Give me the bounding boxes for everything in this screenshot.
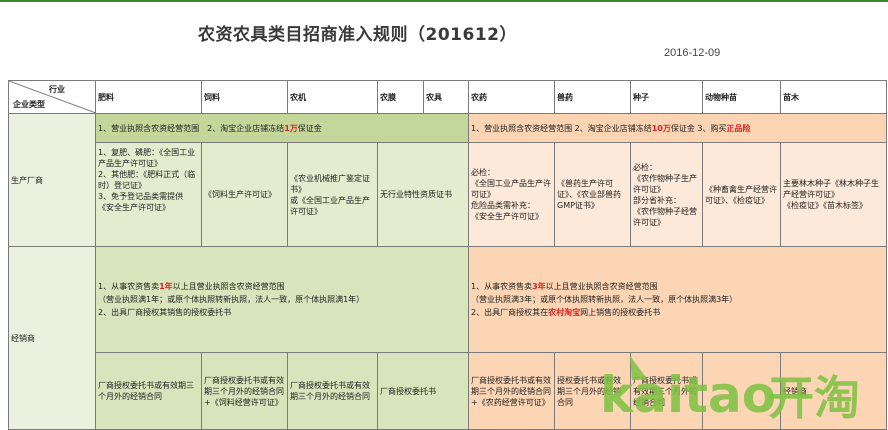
col-seed: 种子 bbox=[630, 80, 703, 114]
producer-general-row: 生产厂商 1、营业执照含农资经营范围 2、淘宝企业店铺冻结1万保证金 1、营业执… bbox=[8, 113, 887, 247]
col-seedling: 苗木 bbox=[780, 80, 887, 114]
dealer-general-row: 经销商 1、从事农资售卖1年以上且营业执照含农资经营范围 （营业执照满1年；或原… bbox=[8, 246, 887, 430]
col-feed: 饲料 bbox=[201, 80, 288, 114]
producer-seedling-cell: 主要林木种子《林木种子生产经营许可证》 《检疫证》《苗木标签》 bbox=[780, 142, 887, 247]
corner-company-type-label: 企业类型 bbox=[13, 100, 45, 109]
producer-animal-cell: 《种畜禽生产经营许可证》、《检疫证》 bbox=[702, 142, 781, 247]
producer-pesticide-cell: 必检： 《全国工业产品生产许可证》 危险品类需补充： 《安全生产许可证》 bbox=[468, 142, 555, 247]
producer-general-left: 1、营业执照含农资经营范围 2、淘宝企业店铺冻结1万保证金 bbox=[95, 113, 469, 143]
dealer-animal-cell bbox=[702, 352, 781, 430]
col-machinery: 农机 bbox=[287, 80, 378, 114]
dealer-feed-cell: 厂商授权委托书或有效期三个月外的经销合同+《饲料经营许可证》 bbox=[201, 352, 288, 430]
dealer-vet-cell: 授权委托书或有效期三个月外的经销合同 bbox=[554, 352, 631, 430]
dealer-label: 经销商 bbox=[8, 246, 96, 430]
dealer-fertilizer-cell: 厂商授权委托书或有效期三个月外的经销合同 bbox=[95, 352, 202, 430]
dealer-pesticide-cell: 厂商授权委托书或有效期三个月外的经销合同+《农药经营许可证》 bbox=[468, 352, 555, 430]
producer-general-right: 1、营业执照含农资经营范围 2、淘宝企业店铺冻结10万保证金 3、购买正品险 bbox=[468, 113, 887, 143]
producer-label: 生产厂商 bbox=[8, 113, 96, 247]
corner-cell: 行业 企业类型 bbox=[8, 80, 96, 114]
producer-detail-row: 1、复肥、磷肥：《全国工业产品生产许可证》 2、其他肥：《肥料正式（临时）登记证… bbox=[9, 142, 887, 247]
corner-industry-label: 行业 bbox=[49, 85, 65, 94]
top-accent-bar bbox=[0, 0, 888, 2]
col-tools: 农具 bbox=[423, 80, 469, 114]
col-film: 农膜 bbox=[377, 80, 424, 114]
rules-table: 行业 企业类型 肥料 饲料 农机 农膜 农具 农药 兽药 种子 动物种苗 苗木 … bbox=[8, 80, 887, 430]
col-vet: 兽药 bbox=[554, 80, 631, 114]
dealer-detail-row: 厂商授权委托书或有效期三个月外的经销合同 厂商授权委托书或有效期三个月外的经销合… bbox=[9, 352, 887, 430]
dealer-seed-cell: 厂商授权委托书或有效期三个月外的经销合同 bbox=[630, 352, 703, 430]
producer-machinery-cell: 《农业机械推广鉴定证书》 或《全国工业产品生产许可证》 bbox=[287, 142, 378, 247]
dealer-general-left: 1、从事农资售卖1年以上且营业执照含农资经营范围 （营业执照满1年；或原个体执照… bbox=[95, 246, 469, 353]
producer-film-tools-cell: 无行业特性资质证书 bbox=[377, 142, 469, 247]
producer-fertilizer-cell: 1、复肥、磷肥：《全国工业产品生产许可证》 2、其他肥：《肥料正式（临时）登记证… bbox=[95, 142, 202, 247]
col-pesticide: 农药 bbox=[468, 80, 555, 114]
col-fertilizer: 肥料 bbox=[95, 80, 202, 114]
col-animal: 动物种苗 bbox=[702, 80, 781, 114]
dealer-general-right: 1、从事农资售卖3年以上且营业执照含农资经营范围 （营业执照满3年；或原个体执照… bbox=[468, 246, 887, 353]
publish-date: 2016-12-09 bbox=[664, 47, 721, 59]
producer-vet-cell: 《兽药生产许可证》、《农业部兽药GMP证书》 bbox=[554, 142, 631, 247]
producer-seed-cell: 必检： 《农作物种子生产许可证》 部分省补充： 《农作物种子经营许可证》 bbox=[630, 142, 703, 247]
header-row: 行业 企业类型 肥料 饲料 农机 农膜 农具 农药 兽药 种子 动物种苗 苗木 bbox=[8, 80, 887, 114]
producer-feed-cell: 《饲料生产许可证》 bbox=[201, 142, 288, 247]
dealer-machinery-cell: 厂商授权委托书或有效期三个月外的经销合同 bbox=[287, 352, 378, 430]
dealer-seedling-cell: 经销商 bbox=[780, 352, 887, 430]
dealer-film-tools-cell: 厂商授权委托书 bbox=[377, 352, 469, 430]
page-title: 农资农具类目招商准入规则（201612） bbox=[198, 25, 517, 45]
